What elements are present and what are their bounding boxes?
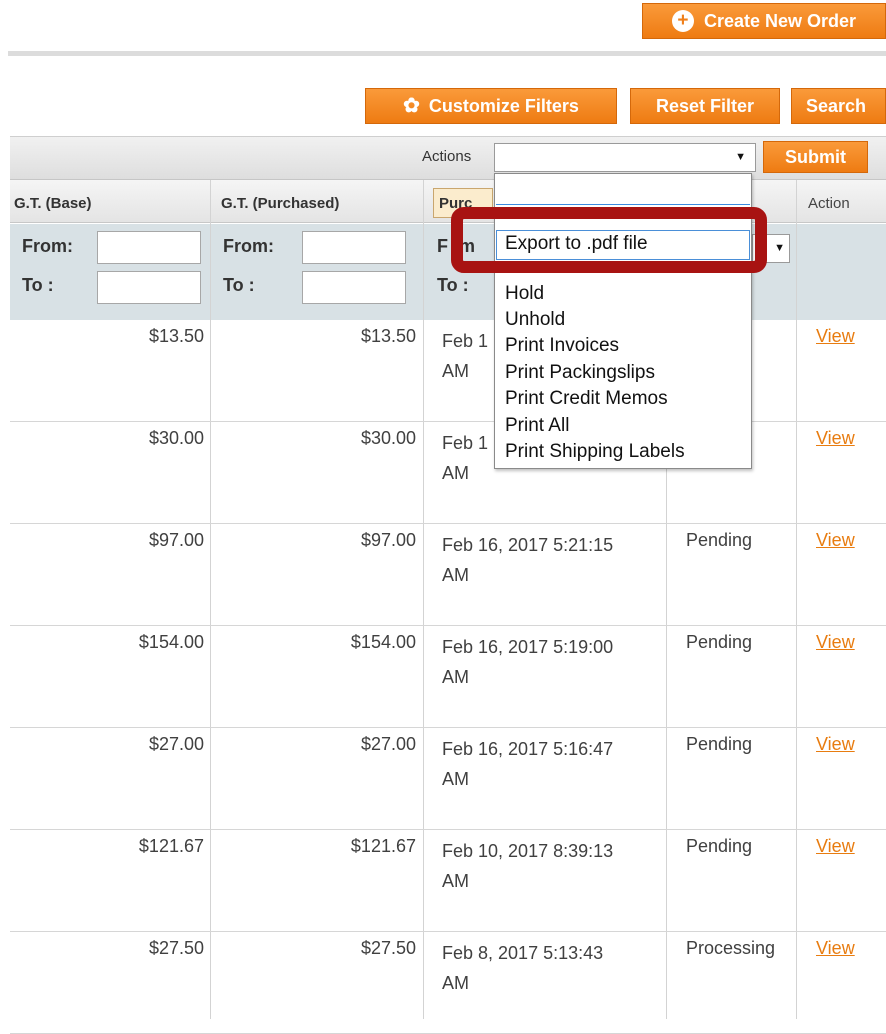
view-link[interactable]: View — [816, 734, 855, 755]
view-link[interactable]: View — [816, 530, 855, 551]
table-row: $97.00 $97.00 Feb 16, 2017 5:21:15 AM Pen… — [10, 524, 886, 626]
dropdown-option-empty[interactable] — [496, 175, 750, 205]
dropdown-option-print-invoices[interactable]: Print Invoices — [505, 334, 619, 358]
cell-gt-base: $27.50 — [148, 938, 204, 958]
cell-gt-base: $154.00 — [138, 632, 204, 652]
gear-icon: ✿ — [403, 95, 420, 117]
header-action: Action — [808, 195, 850, 212]
cell-gt-base: $121.67 — [138, 836, 204, 856]
dropdown-option-print-packingslips[interactable]: Print Packingslips — [505, 361, 655, 385]
header-gt-base[interactable]: G.T. (Base) — [14, 195, 92, 212]
cell-status: Pending — [686, 836, 753, 856]
search-button[interactable]: Search — [791, 88, 886, 124]
actions-label: Actions — [422, 148, 472, 165]
gt-purchased-to-input[interactable] — [302, 271, 406, 304]
actions-select[interactable]: ▼ — [494, 143, 756, 172]
header-gt-purchased[interactable]: G.T. (Purchased) — [221, 195, 339, 212]
plus-circle-icon: + — [671, 10, 694, 32]
cell-status: Pending — [686, 632, 753, 652]
table-row: $13.50 $13.50 Feb 1 AM View — [10, 320, 886, 422]
dropdown-option-hold[interactable]: Hold — [505, 282, 544, 306]
cell-status: Pending — [686, 734, 753, 754]
cell-gt-base: $30.00 — [148, 428, 204, 448]
cell-purchased-on: Feb 8, 2017 5:13:43 AM — [442, 938, 668, 998]
date-line1: Feb 16, 2017 5:16:47 — [442, 739, 614, 759]
red-highlight-box — [451, 207, 767, 273]
reset-filter-button[interactable]: Reset Filter — [630, 88, 780, 124]
dropdown-option-unhold[interactable]: Unhold — [505, 308, 565, 332]
date-line2: AM — [442, 973, 469, 993]
cell-gt-purchased: $27.00 — [360, 734, 416, 754]
gt-base-from-label: From: — [22, 236, 73, 256]
date-line1: Feb 8, 2017 5:13:43 — [442, 943, 604, 963]
search-label: Search — [806, 95, 867, 116]
gt-purchased-from-input[interactable] — [302, 231, 406, 264]
submit-button[interactable]: Submit — [763, 141, 868, 173]
customize-filters-button[interactable]: ✿ Customize Filters — [365, 88, 617, 124]
table-row: $30.00 $30.00 Feb 1 AM View — [10, 422, 886, 524]
create-new-order-button[interactable]: + Create New Order — [642, 3, 886, 39]
dropdown-option-print-shipping-labels[interactable]: Print Shipping Labels — [505, 440, 685, 464]
gt-purchased-from-label: From: — [223, 236, 274, 256]
reset-filter-label: Reset Filter — [655, 95, 755, 116]
page-divider — [8, 51, 886, 56]
cell-gt-purchased: $30.00 — [360, 428, 416, 448]
table-row: $154.00 $154.00 Feb 16, 2017 5:19:00 AM P… — [10, 626, 886, 728]
date-line1: Feb 16, 2017 5:21:15 — [442, 535, 614, 555]
cell-gt-purchased: $13.50 — [360, 326, 416, 346]
cell-purchased-on: Feb 16, 2017 5:16:47 AM — [442, 734, 668, 794]
submit-label: Submit — [785, 146, 846, 167]
cell-status: Pending — [686, 530, 753, 550]
view-link[interactable]: View — [816, 428, 855, 449]
gt-purchased-to-label: To : — [223, 275, 255, 295]
cell-purchased-on: Feb 16, 2017 5:19:00 AM — [442, 632, 668, 692]
customize-filters-label: Customize Filters — [428, 95, 579, 116]
cell-gt-purchased: $97.00 — [360, 530, 416, 550]
view-link[interactable]: View — [816, 836, 855, 857]
cell-gt-purchased: $121.67 — [350, 836, 416, 856]
cell-gt-purchased: $27.50 — [360, 938, 416, 958]
date-line2: AM — [442, 871, 469, 891]
view-link[interactable]: View — [816, 938, 855, 959]
date-from-label: F — [437, 236, 448, 256]
date-line2: AM — [442, 565, 469, 585]
date-line2: AM — [442, 463, 469, 483]
cell-gt-base: $97.00 — [148, 530, 204, 550]
chevron-down-icon: ▼ — [774, 242, 785, 254]
date-line1: Feb 10, 2017 8:39:13 — [442, 841, 614, 861]
cell-purchased-on: Feb 16, 2017 5:21:15 AM — [442, 530, 668, 590]
date-line1: Feb 16, 2017 5:19:00 — [442, 637, 614, 657]
cell-gt-purchased: $154.00 — [350, 632, 416, 652]
chevron-down-icon: ▼ — [735, 151, 746, 163]
date-line2: AM — [442, 769, 469, 789]
gt-base-to-label: To : — [22, 275, 54, 295]
cell-gt-base: $27.00 — [148, 734, 204, 754]
dropdown-option-print-all[interactable]: Print All — [505, 414, 569, 438]
gt-base-from-input[interactable] — [97, 231, 201, 264]
date-to-label: To : — [437, 275, 469, 295]
table-row: $121.67 $121.67 Feb 10, 2017 8:39:13 AM P… — [10, 830, 886, 932]
date-line1: Feb 1 — [442, 433, 489, 453]
cell-status: Processing — [686, 938, 776, 958]
date-line2: AM — [442, 361, 469, 381]
cell-purchased-on: Feb 10, 2017 8:39:13 AM — [442, 836, 668, 896]
create-new-order-label: Create New Order — [703, 10, 857, 31]
date-line1: Feb 1 — [442, 331, 489, 351]
cell-gt-base: $13.50 — [148, 326, 204, 346]
gt-base-to-input[interactable] — [97, 271, 201, 304]
table-row: $27.00 $27.00 Feb 16, 2017 5:16:47 AM Pen… — [10, 728, 886, 830]
dropdown-option-print-credit-memos[interactable]: Print Credit Memos — [505, 387, 668, 411]
date-line2: AM — [442, 667, 469, 687]
view-link[interactable]: View — [816, 632, 855, 653]
view-link[interactable]: View — [816, 326, 855, 347]
